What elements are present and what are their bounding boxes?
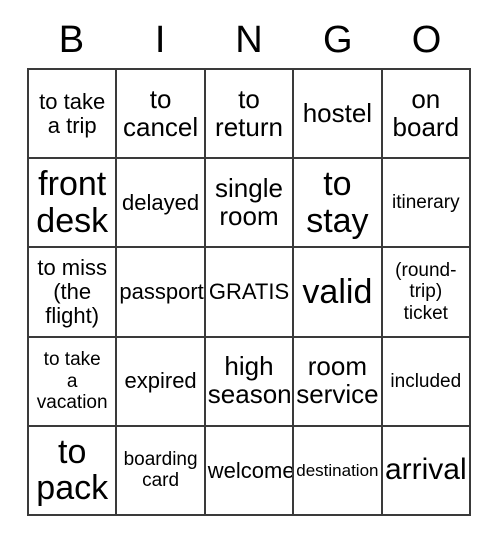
bingo-grid: to take a trip to cancel to return hoste…	[27, 68, 471, 516]
bingo-cell-text: included	[390, 370, 462, 392]
bingo-header-letter-i: I	[154, 19, 166, 61]
bingo-cell-text: welcome	[207, 457, 295, 483]
bingo-cell[interactable]: GRATIS	[205, 248, 295, 338]
bingo-cell-text: arrival	[384, 453, 467, 487]
bingo-header-letter-b: B	[58, 19, 85, 61]
bingo-cell-text: hostel	[302, 97, 373, 128]
bingo-cell[interactable]: itinerary	[382, 159, 471, 249]
bingo-card: B I N G O to take a trip to cancel to re…	[0, 0, 500, 544]
bingo-cell[interactable]: to take a trip	[29, 70, 118, 160]
bingo-cell-text: delayed	[122, 189, 200, 215]
bingo-cell[interactable]: welcome	[205, 426, 295, 516]
bingo-cell[interactable]: hostel	[294, 70, 383, 160]
bingo-cell[interactable]: valid	[294, 248, 383, 338]
bingo-cell-text: room service	[296, 351, 379, 410]
bingo-cell-text: front desk	[36, 165, 109, 240]
bingo-cell-text: to stay	[306, 165, 369, 240]
bingo-cell-text: itinerary	[392, 192, 460, 214]
bingo-cell-text: expired	[124, 368, 197, 394]
bingo-cell[interactable]: passport	[117, 248, 206, 338]
bingo-cell-text: to pack	[36, 432, 109, 508]
bingo-header-letter-n: N	[235, 19, 263, 61]
bingo-cell[interactable]: single room	[205, 159, 295, 249]
bingo-cell[interactable]: to stay	[294, 159, 383, 249]
bingo-cell-text: on board	[392, 83, 460, 142]
bingo-cell-text: GRATIS	[208, 279, 290, 305]
bingo-cell-text: to take a trip	[39, 88, 106, 138]
bingo-cell[interactable]: boarding card	[117, 426, 206, 516]
bingo-cell[interactable]: front desk	[29, 159, 118, 249]
bingo-header-row: B I N G O	[27, 12, 471, 68]
bingo-cell-text: valid	[302, 272, 373, 311]
bingo-cell-text: destination	[296, 460, 379, 480]
bingo-cell[interactable]: to miss (the flight)	[29, 248, 118, 338]
bingo-cell[interactable]: to return	[205, 70, 295, 160]
bingo-cell[interactable]: destination	[294, 426, 383, 516]
bingo-header-letter-g: G	[323, 19, 353, 61]
bingo-cell[interactable]: to take a vacation	[29, 337, 118, 427]
bingo-cell-text: to miss (the flight)	[37, 255, 108, 328]
bingo-cell-text: to take a vacation	[36, 349, 108, 413]
bingo-cell-text: high season	[207, 351, 292, 410]
bingo-cell-text: passport	[119, 279, 204, 305]
bingo-cell[interactable]: arrival	[382, 426, 471, 516]
bingo-cell[interactable]: delayed	[117, 159, 206, 249]
bingo-cell[interactable]: (round- trip) ticket	[382, 248, 471, 338]
bingo-cell[interactable]: room service	[294, 337, 383, 427]
bingo-cell[interactable]: expired	[117, 337, 206, 427]
bingo-cell[interactable]: high season	[205, 337, 295, 427]
bingo-cell[interactable]: to pack	[29, 426, 118, 516]
bingo-cell-text: to return	[215, 83, 283, 142]
bingo-header-letter-o: O	[411, 19, 442, 61]
bingo-cell[interactable]: on board	[382, 70, 471, 160]
bingo-cell-text: (round- trip) ticket	[395, 260, 457, 324]
bingo-cell[interactable]: to cancel	[117, 70, 206, 160]
bingo-cell-text: boarding card	[123, 449, 198, 492]
bingo-cell-text: to cancel	[123, 83, 199, 142]
bingo-cell-text: single room	[215, 172, 283, 231]
bingo-cell[interactable]: included	[382, 337, 471, 427]
